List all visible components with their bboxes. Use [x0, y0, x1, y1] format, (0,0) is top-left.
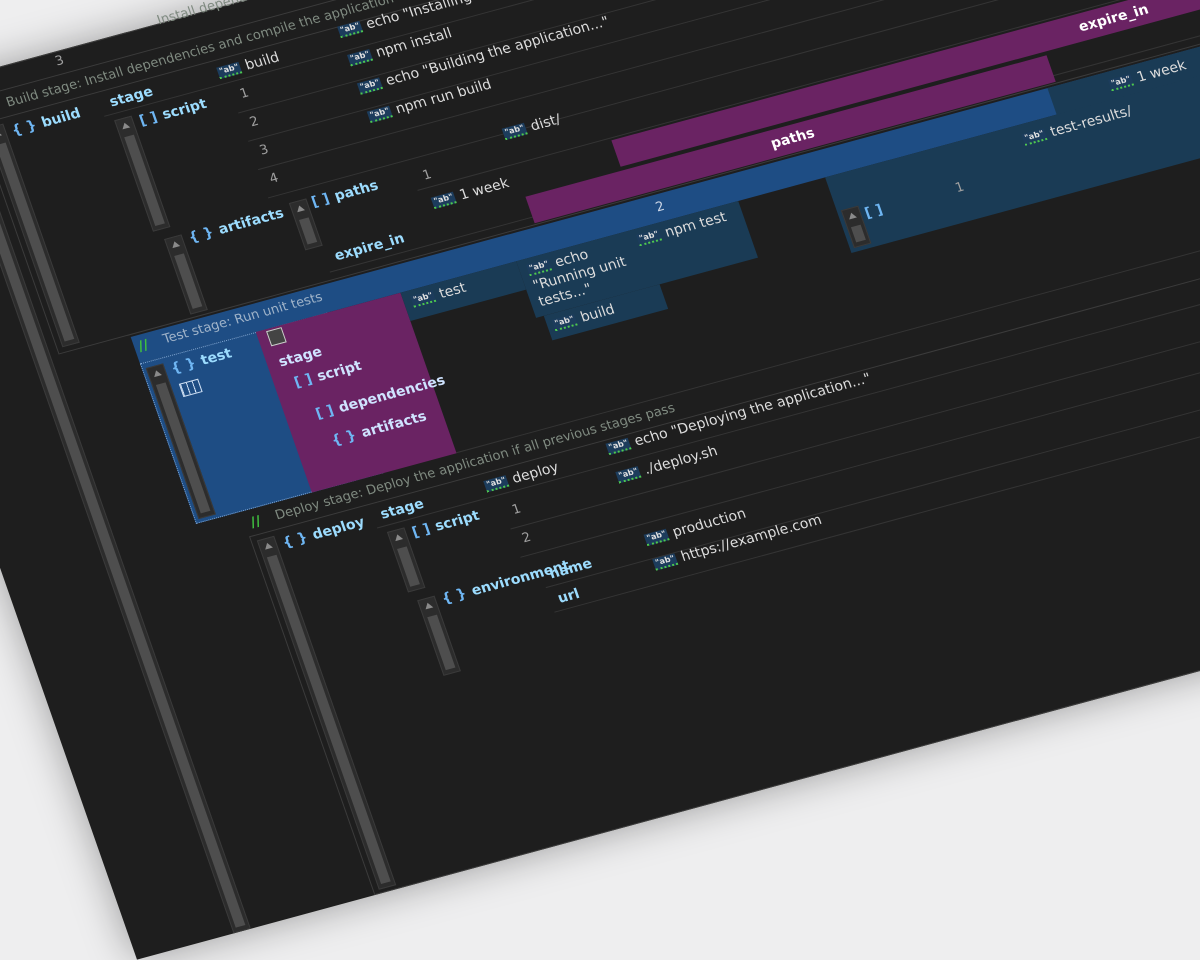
comment-slash-icon: // [248, 513, 264, 532]
yaml-grid-editor: 3 Install dependencies and // Build stag… [0, 0, 1200, 960]
